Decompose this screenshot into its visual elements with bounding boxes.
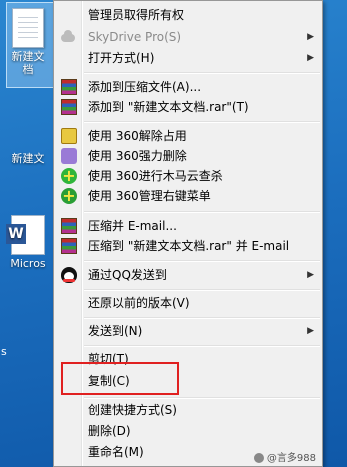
menu-item-360-trojan-scan[interactable]: 使用 360进行木马云查杀 — [56, 165, 320, 187]
menu-item-open-with[interactable]: 打开方式(H) ▶ — [56, 47, 320, 69]
menu-item-360-shred[interactable]: 使用 360强力删除 — [56, 145, 320, 167]
360-scan-icon — [61, 165, 77, 187]
menu-item-skydrive-pro[interactable]: SkyDrive Pro(S) ▶ — [56, 26, 320, 48]
menu-separator — [84, 72, 320, 74]
desktop-icon-word-doc[interactable]: W Micros — [0, 215, 56, 270]
desktop-icon-label-partial: s — [1, 345, 7, 358]
context-menu: 管理员取得所有权 SkyDrive Pro(S) ▶ 打开方式(H) ▶ 添加到… — [53, 0, 323, 467]
watermark-logo-icon — [253, 453, 264, 463]
submenu-arrow-icon: ▶ — [307, 53, 314, 63]
menu-item-delete[interactable]: 删除(D) — [56, 420, 320, 442]
menu-item-compress-to-rar-email[interactable]: 压缩到 "新建文本文档.rar" 并 E-mail — [56, 235, 320, 257]
text-document-icon — [12, 8, 44, 48]
submenu-arrow-icon: ▶ — [307, 326, 314, 336]
desktop-icon-label: 新建文 档 — [11, 50, 45, 76]
desktop-icon-new-text-doc-2[interactable]: 新建文 — [0, 118, 56, 165]
menu-item-360-unlock[interactable]: 使用 360解除占用 — [56, 125, 320, 147]
menu-item-add-to-archive[interactable]: 添加到压缩文件(A)... — [56, 76, 320, 98]
desktop-icon-label: 新建文 — [11, 152, 45, 165]
360-menu-icon — [61, 185, 77, 207]
menu-item-take-ownership[interactable]: 管理员取得所有权 — [56, 4, 320, 26]
menu-item-360-manage-menu[interactable]: 使用 360管理右键菜单 — [56, 185, 320, 207]
menu-separator — [84, 260, 320, 262]
menu-item-send-via-qq[interactable]: 通过QQ发送到 ▶ — [56, 264, 320, 286]
submenu-arrow-icon: ▶ — [307, 32, 314, 42]
menu-separator — [84, 121, 320, 123]
desktop-icon-label: Micros — [10, 257, 46, 270]
360-shred-icon — [61, 148, 77, 164]
360-unlock-icon — [61, 128, 77, 144]
menu-separator — [84, 289, 320, 291]
winrar-icon — [61, 99, 77, 115]
menu-separator — [84, 211, 320, 213]
menu-item-restore-previous-versions[interactable]: 还原以前的版本(V) — [56, 292, 320, 314]
word-document-icon: W — [6, 215, 45, 255]
menu-item-create-shortcut[interactable]: 创建快捷方式(S) — [56, 399, 320, 421]
menu-separator — [84, 317, 320, 319]
cloud-icon — [61, 30, 75, 42]
winrar-icon — [61, 238, 77, 254]
winrar-icon — [61, 79, 77, 95]
menu-item-send-to[interactable]: 发送到(N) ▶ — [56, 320, 320, 342]
menu-separator — [84, 345, 320, 347]
submenu-arrow-icon: ▶ — [307, 270, 314, 280]
winrar-icon — [61, 218, 77, 234]
desktop-icon-new-text-doc[interactable]: 新建文 档 — [0, 8, 56, 76]
qq-penguin-icon — [61, 267, 77, 283]
menu-item-compress-email[interactable]: 压缩并 E-mail... — [56, 215, 320, 237]
watermark: @言多988 — [253, 449, 316, 464]
menu-item-add-to-rar[interactable]: 添加到 "新建文本文档.rar"(T) — [56, 96, 320, 118]
copy-highlight-box — [61, 362, 179, 395]
